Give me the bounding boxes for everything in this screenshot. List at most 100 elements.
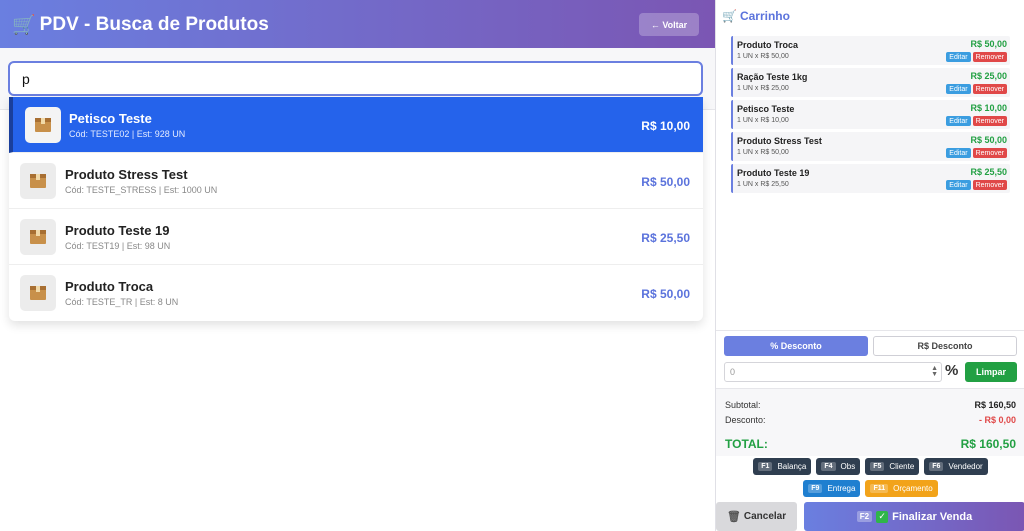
shortcut-bar: F1 Balança F4 Obs F5 Cliente F6 Vendedor… <box>716 456 1024 497</box>
clear-discount-button[interactable]: Limpar <box>965 362 1017 382</box>
cart-item-price: R$ 25,50 <box>970 167 1007 177</box>
shortcut-cliente-button[interactable]: F5 Cliente <box>865 458 920 475</box>
back-button[interactable]: ← Voltar <box>639 13 699 36</box>
package-icon <box>30 286 46 300</box>
remove-button[interactable]: Remover <box>972 180 1007 190</box>
remove-button[interactable]: Remover <box>972 84 1007 94</box>
package-icon <box>30 230 46 244</box>
cart-item-qty: 1 UN x R$ 50,00 <box>737 53 789 60</box>
product-name: Produto Stress Test <box>65 167 188 182</box>
discount-input[interactable]: 0 ▲ ▼ <box>724 362 942 382</box>
result-row[interactable]: Produto Teste 19 Cód: TEST19 | Est: 98 U… <box>9 209 703 265</box>
discount-label: Desconto: <box>725 415 766 425</box>
shortcut-key: F1 <box>758 462 773 471</box>
product-thumbnail <box>20 163 56 199</box>
remove-button[interactable]: Remover <box>972 116 1007 126</box>
subtotal-label: Subtotal: <box>725 400 761 410</box>
page-title: 🛒 PDV - Busca de Produtos <box>12 13 269 37</box>
finish-sale-button[interactable]: F2 ✓ Finalizar Venda <box>804 502 1024 531</box>
package-icon <box>35 118 51 132</box>
cart-item-qty: 1 UN x R$ 25,50 <box>737 181 789 188</box>
cart-item-name: Ração Teste 1kg <box>737 72 808 82</box>
shortcut-obs-button[interactable]: F4 Obs <box>816 458 861 475</box>
cart-item-price: R$ 10,00 <box>970 103 1007 113</box>
shortcut-label: Balança <box>777 462 807 471</box>
page-header: 🛒 PDV - Busca de Produtos ← Voltar <box>0 0 715 48</box>
product-meta: Cód: TESTE02 | Est: 928 UN <box>69 129 186 139</box>
subtotal-value: R$ 160,50 <box>974 400 1016 410</box>
cart-item: Produto Stress Test 1 UN x R$ 50,00 R$ 5… <box>731 132 1010 161</box>
cart-pane: 🛒 Carrinho Produto Troca 1 UN x R$ 50,00… <box>715 0 1024 531</box>
cart-icon: 🛒 <box>12 15 36 36</box>
stepper-icon[interactable]: ▲ ▼ <box>931 365 938 378</box>
product-price: R$ 10,00 <box>641 119 690 133</box>
shortcut-label: Cliente <box>889 462 915 471</box>
shortcut-key: F2 <box>856 511 873 522</box>
shortcut-label: Vendedor <box>948 462 983 471</box>
total-value: R$ 160,50 <box>960 437 1016 451</box>
value-discount-tab[interactable]: R$ Desconto <box>873 336 1017 356</box>
product-name: Produto Teste 19 <box>65 223 170 238</box>
package-icon <box>30 174 46 188</box>
shortcut-key: F4 <box>821 462 836 471</box>
product-search-pane: 🛒 PDV - Busca de Produtos ← Voltar Petis… <box>0 0 715 531</box>
cart-item-name: Produto Troca <box>737 40 799 50</box>
cart-item: Produto Troca 1 UN x R$ 50,00 R$ 50,00 E… <box>731 36 1010 65</box>
search-input[interactable] <box>8 61 703 96</box>
cart-item-qty: 1 UN x R$ 25,00 <box>737 85 789 92</box>
cart-item: Ração Teste 1kg 1 UN x R$ 25,00 R$ 25,00… <box>731 68 1010 97</box>
shortcut-key: F9 <box>808 484 823 493</box>
cart-list: Produto Troca 1 UN x R$ 50,00 R$ 50,00 E… <box>731 36 1010 196</box>
cancel-label: Cancelar <box>743 511 787 522</box>
product-thumbnail <box>20 219 56 255</box>
search-results-dropdown: Petisco Teste Cód: TESTE02 | Est: 928 UN… <box>9 97 703 321</box>
cart-item-name: Petisco Teste <box>737 104 795 114</box>
cart-item-price: R$ 50,00 <box>970 135 1007 145</box>
result-row[interactable]: Produto Troca Cód: TESTE_TR | Est: 8 UN … <box>9 265 703 321</box>
product-meta: Cód: TEST19 | Est: 98 UN <box>65 241 171 251</box>
result-row[interactable]: Petisco Teste Cód: TESTE02 | Est: 928 UN… <box>9 97 703 153</box>
result-row[interactable]: Produto Stress Test Cód: TESTE_STRESS | … <box>9 153 703 209</box>
edit-button[interactable]: Editar <box>946 84 971 94</box>
edit-button[interactable]: Editar <box>946 52 971 62</box>
bottom-action-bar: 🗑 Cancelar F2 ✓ Finalizar Venda <box>716 502 1024 531</box>
cart-item: Petisco Teste 1 UN x R$ 10,00 R$ 10,00 E… <box>731 100 1010 129</box>
trash-icon: 🗑 <box>726 511 741 523</box>
edit-button[interactable]: Editar <box>946 148 971 158</box>
page-title-text: PDV - Busca de Produtos <box>39 14 269 35</box>
shortcut-label: Obs <box>840 462 856 471</box>
shortcut-label: Orçamento <box>893 484 933 493</box>
shortcut-balanca-button[interactable]: F1 Balança <box>753 458 812 475</box>
shortcut-label: Entrega <box>827 484 856 493</box>
cart-icon: 🛒 <box>722 9 737 23</box>
remove-button[interactable]: Remover <box>972 148 1007 158</box>
shortcut-entrega-button[interactable]: F9 Entrega <box>803 480 861 497</box>
cart-item-price: R$ 25,00 <box>970 71 1007 81</box>
product-name: Produto Troca <box>65 279 154 294</box>
edit-button[interactable]: Editar <box>946 180 971 190</box>
product-name: Petisco Teste <box>69 111 152 126</box>
remove-button[interactable]: Remover <box>972 52 1007 62</box>
cart-item-price: R$ 50,00 <box>970 39 1007 49</box>
cart-item: Produto Teste 19 1 UN x R$ 25,50 R$ 25,5… <box>731 164 1010 193</box>
product-price: R$ 50,00 <box>641 175 690 189</box>
shortcut-key: F6 <box>929 462 944 471</box>
discount-input-value: 0 <box>730 367 736 377</box>
shortcut-key: F11 <box>870 484 889 493</box>
percent-symbol: % <box>945 362 959 379</box>
cart-item-name: Produto Teste 19 <box>737 168 810 178</box>
product-price: R$ 25,50 <box>641 231 690 245</box>
cancel-button[interactable]: 🗑 Cancelar <box>716 502 797 531</box>
percent-discount-tab[interactable]: % Desconto <box>724 336 868 356</box>
cart-item-name: Produto Stress Test <box>737 136 822 146</box>
product-meta: Cód: TESTE_STRESS | Est: 1000 UN <box>65 185 218 195</box>
product-thumbnail <box>25 107 61 143</box>
edit-button[interactable]: Editar <box>946 116 971 126</box>
cart-item-qty: 1 UN x R$ 10,00 <box>737 117 789 124</box>
shortcut-orcamento-button[interactable]: F11 Orçamento <box>865 480 938 497</box>
product-meta: Cód: TESTE_TR | Est: 8 UN <box>65 297 179 307</box>
finish-label: Finalizar Venda <box>892 510 973 523</box>
check-icon: ✓ <box>876 510 889 523</box>
shortcut-key: F5 <box>870 462 885 471</box>
shortcut-vendedor-button[interactable]: F6 Vendedor <box>924 458 988 475</box>
